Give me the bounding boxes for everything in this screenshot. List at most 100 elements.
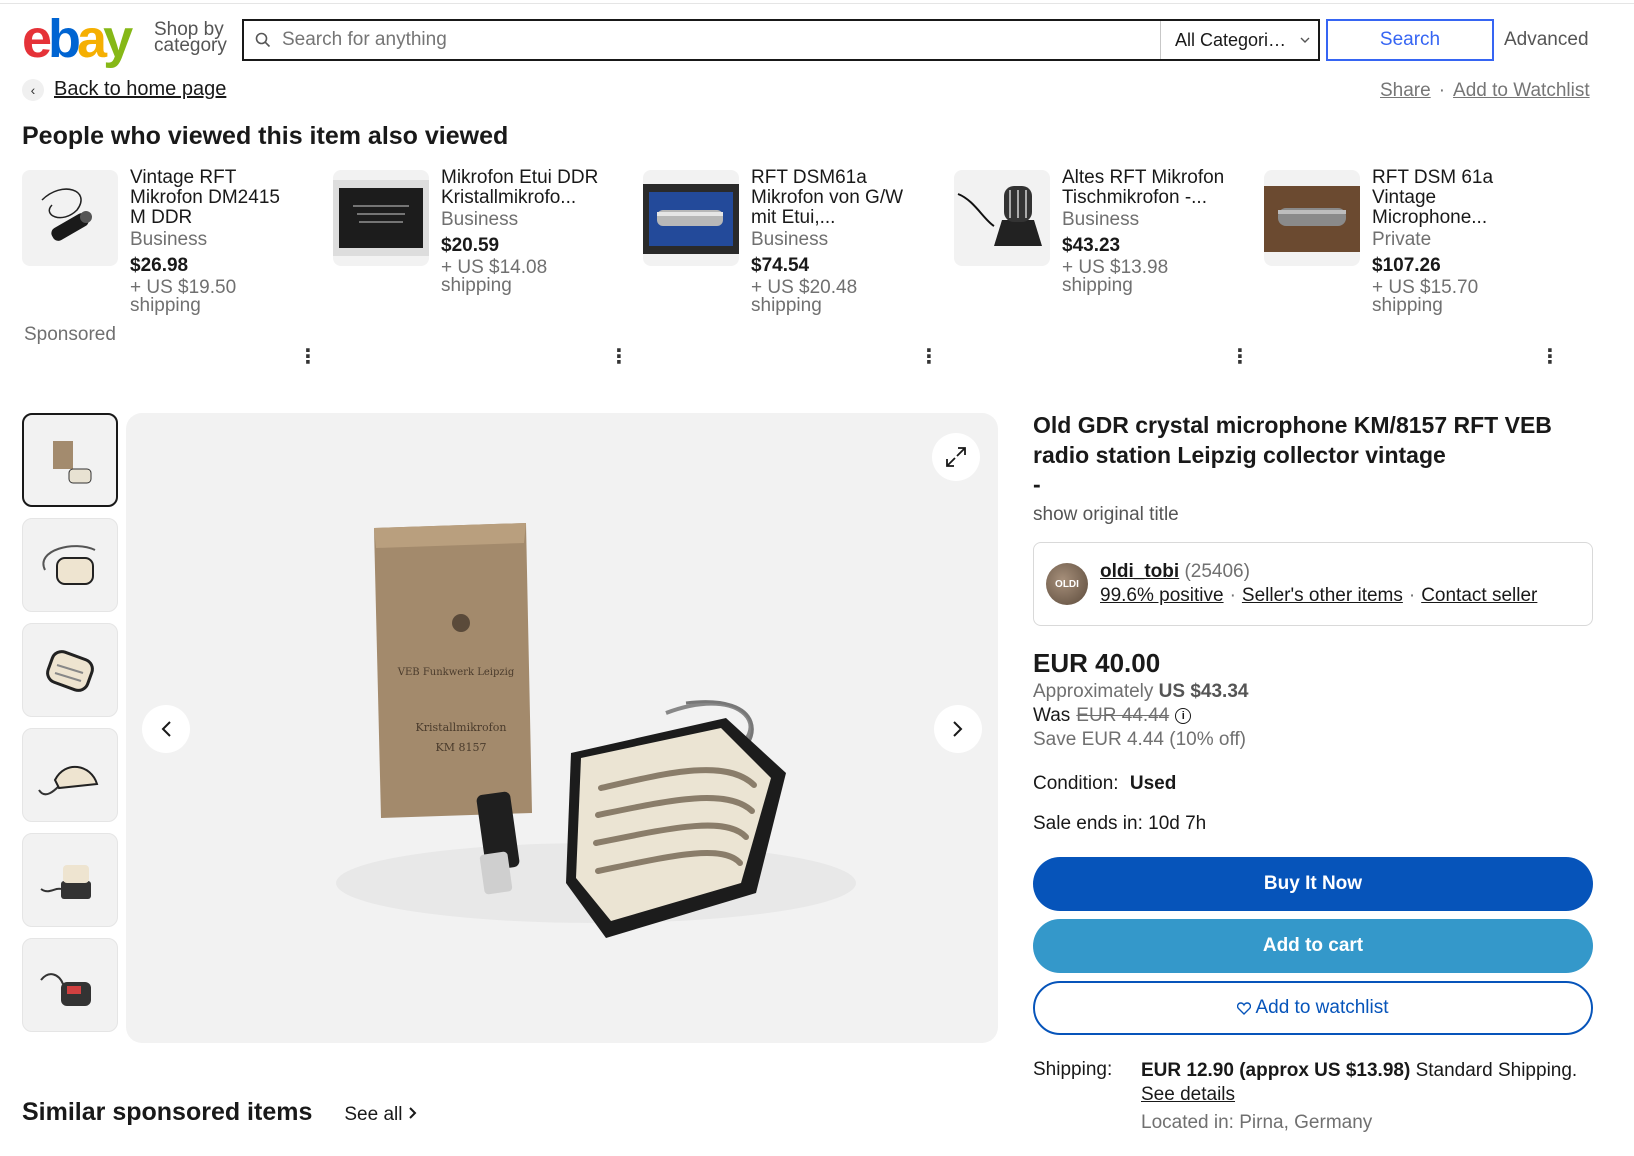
reco-item[interactable]: Mikrofon Etui DDR Kristallmikrofo... Bus… (333, 168, 633, 368)
chevron-down-icon (1300, 37, 1310, 43)
thumbnail-1[interactable] (22, 413, 118, 507)
shop-by-category[interactable]: Shop by category (154, 20, 234, 55)
microphone-photo: VEB Funkwerk Leipzig Kristallmikrofon KM… (336, 523, 856, 938)
see-all-link[interactable]: See all (344, 1104, 417, 1126)
seller-links: 99.6% positive · Seller's other items · … (1100, 585, 1537, 607)
category-select[interactable]: All Categori… (1160, 21, 1318, 59)
reco-shipping: + US $14.08 shipping (441, 257, 548, 296)
approx-label: Approximately (1033, 681, 1154, 702)
search-input[interactable] (282, 21, 1160, 59)
reco-thumbnail[interactable] (954, 170, 1050, 266)
image-thumbnails (22, 413, 118, 1043)
watchlist-label: Add to watchlist (1255, 997, 1389, 1018)
more-options-icon[interactable]: ⋮ (1230, 344, 1250, 369)
was-label: Was (1033, 705, 1071, 726)
item-title: Old GDR crystal microphone KM/8157 RFT V… (1033, 412, 1552, 468)
item-actions: Share · Add to Watchlist (1380, 80, 1590, 102)
seller-name-link[interactable]: oldi_tobi (1100, 561, 1179, 582)
ebay-logo[interactable]: ebay (22, 12, 133, 66)
thumbnail-4[interactable] (22, 728, 118, 822)
buy-it-now-button[interactable]: Buy It Now (1033, 857, 1593, 911)
search-button[interactable]: Search (1326, 19, 1494, 61)
share-link[interactable]: Share (1380, 80, 1431, 102)
top-border (0, 0, 1634, 4)
reco-shipping: + US $19.50 shipping (130, 277, 237, 316)
thumbnail-6[interactable] (22, 938, 118, 1032)
info-icon[interactable]: i (1175, 708, 1192, 724)
more-options-icon[interactable]: ⋮ (1540, 344, 1560, 369)
reco-item[interactable]: Altes RFT Mikrofon Tischmikrofon -... Bu… (954, 168, 1254, 368)
seller-other-items-link[interactable]: Seller's other items (1242, 585, 1403, 607)
sponsored-label: Sponsored (24, 324, 116, 345)
reco-title[interactable]: Mikrofon Etui DDR Kristallmikrofo... (441, 168, 611, 208)
reco-shipping: + US $13.98 shipping (1062, 257, 1169, 296)
shipping-row: Shipping: EUR 12.90 (approx US $13.98) S… (1033, 1059, 1593, 1135)
search-bar: All Categori… (242, 19, 1320, 61)
reco-thumbnail[interactable] (333, 170, 429, 266)
header: ebay Shop by category All Categori… Sear… (22, 12, 1612, 70)
item-location: Located in: Pirna, Germany (1141, 1112, 1373, 1133)
reco-title[interactable]: RFT DSM 61a Vintage Microphone... (1372, 168, 1542, 228)
search-icon (244, 21, 282, 59)
positive-feedback-link[interactable]: 99.6% positive (1100, 585, 1224, 607)
separator: · (1408, 585, 1416, 606)
more-options-icon[interactable]: ⋮ (298, 344, 318, 369)
shipping-type: Standard Shipping. (1415, 1060, 1578, 1081)
more-options-icon[interactable]: ⋮ (609, 344, 629, 369)
also-viewed-title: People who viewed this item also viewed (22, 122, 509, 150)
reco-item[interactable]: RFT DSM 61a Vintage Microphone... Privat… (1264, 168, 1564, 368)
seller-avatar[interactable]: OLDI (1046, 563, 1088, 605)
chevron-right-icon (953, 721, 963, 737)
expand-icon[interactable] (932, 433, 980, 481)
condition-label: Condition: (1033, 773, 1119, 794)
add-to-watchlist-button[interactable]: Add to watchlist (1033, 981, 1593, 1035)
svg-text:VEB Funkwerk Leipzig: VEB Funkwerk Leipzig (397, 667, 515, 678)
reco-price: $107.26 (1372, 255, 1441, 276)
item-price: EUR 40.00 (1033, 648, 1161, 678)
add-to-watchlist-link[interactable]: Add to Watchlist (1453, 80, 1590, 102)
sale-ends: Sale ends in: 10d 7h (1033, 813, 1207, 834)
reco-title[interactable]: Vintage RFT Mikrofon DM2415 M DDR (130, 168, 300, 228)
main-product-image[interactable]: VEB Funkwerk Leipzig Kristallmikrofon KM… (126, 413, 998, 1043)
reco-title[interactable]: Altes RFT Mikrofon Tischmikrofon -... (1062, 168, 1232, 208)
advanced-search-link[interactable]: Advanced (1504, 29, 1589, 51)
prev-image-button[interactable] (142, 705, 190, 753)
thumbnail-3[interactable] (22, 623, 118, 717)
reco-price: $74.54 (751, 255, 810, 276)
reco-thumbnail[interactable] (22, 170, 118, 266)
svg-text:KM 8157: KM 8157 (436, 741, 487, 754)
reco-shipping: + US $20.48 shipping (751, 277, 858, 316)
reco-thumbnail[interactable] (643, 170, 739, 266)
next-image-button[interactable] (934, 705, 982, 753)
similar-items-title: Similar sponsored items (22, 1098, 313, 1126)
more-options-icon[interactable]: ⋮ (919, 344, 939, 369)
chevron-left-icon[interactable]: ‹ (22, 78, 44, 101)
add-to-cart-button[interactable]: Add to cart (1033, 919, 1593, 973)
shipping-cost: EUR 12.90 (approx US $13.98) (1141, 1060, 1411, 1081)
similar-items-header: Similar sponsored items See all (22, 1098, 418, 1127)
thumbnail-2[interactable] (22, 518, 118, 612)
breadcrumb: ‹ Back to home page (22, 78, 226, 101)
thumbnail-5[interactable] (22, 833, 118, 927)
was-price: Was EUR 44.44 i (1033, 705, 1593, 727)
chevron-left-icon (161, 721, 171, 737)
separator: · (1438, 80, 1446, 101)
approx-price: Approximately US $43.34 (1033, 681, 1593, 703)
reco-title[interactable]: RFT DSM61a Mikrofon von G/W mit Etui,... (751, 168, 921, 228)
reco-seller-type: Business (1062, 209, 1140, 230)
contact-seller-link[interactable]: Contact seller (1421, 585, 1537, 607)
reco-price: $20.59 (441, 235, 500, 256)
see-details-link[interactable]: See details (1141, 1084, 1235, 1105)
separator: · (1229, 585, 1236, 606)
reco-item[interactable]: RFT DSM61a Mikrofon von G/W mit Etui,...… (643, 168, 943, 368)
save-amount: Save EUR 4.44 (10% off) (1033, 729, 1246, 750)
reco-price: $43.23 (1062, 235, 1121, 256)
chevron-right-icon (409, 1107, 417, 1119)
heart-icon (1237, 1001, 1252, 1015)
title-dash: - (1033, 471, 1041, 497)
reco-seller-type: Business (441, 209, 519, 230)
show-original-title[interactable]: show original title (1033, 504, 1593, 526)
back-to-home-link[interactable]: Back to home page (54, 78, 226, 101)
reco-thumbnail[interactable] (1264, 170, 1360, 266)
reco-price: $26.98 (130, 255, 189, 276)
